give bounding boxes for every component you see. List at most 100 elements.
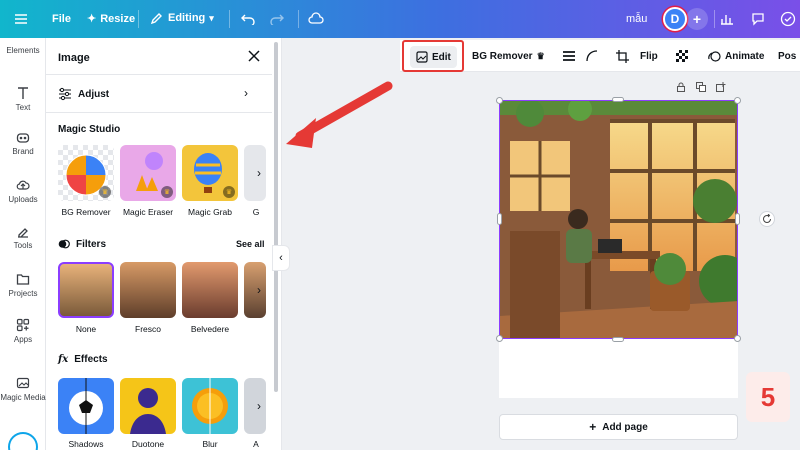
magic-grab-thumb[interactable]: ♛: [182, 145, 238, 201]
crown-icon: ♛: [536, 50, 545, 61]
rail-item-projects[interactable]: Projects: [0, 272, 46, 298]
resize-button[interactable]: ✦ Resize: [87, 12, 135, 26]
panel-scrollbar[interactable]: [274, 42, 278, 392]
rail-item-label: Uploads: [8, 195, 38, 204]
filters-icon: [58, 239, 70, 249]
bar-chart-icon: [721, 15, 733, 25]
comments-button[interactable]: [747, 8, 769, 30]
soccer-ball-icon: [69, 378, 103, 434]
illustration-cafe-image: [500, 101, 737, 338]
rotate-button[interactable]: [759, 211, 775, 227]
collapse-panel-button[interactable]: ‹: [272, 245, 290, 271]
duplicate-icon[interactable]: [696, 82, 706, 92]
crop-icon: [616, 49, 629, 63]
pencil-icon: [150, 13, 162, 25]
filter-none-thumb[interactable]: [58, 262, 114, 318]
panel-title: Image: [58, 52, 90, 64]
add-collaborator-button[interactable]: +: [686, 8, 708, 30]
thumb-label: Magic Grab: [188, 207, 232, 217]
crown-icon: ♛: [99, 186, 111, 198]
bg-remover-button[interactable]: BG Remover ♛: [472, 40, 545, 72]
effect-blur-thumb[interactable]: [182, 378, 238, 434]
rail-item-magic-media[interactable]: Magic Media: [0, 376, 46, 402]
redo-button[interactable]: [270, 11, 284, 25]
rail-item-elements[interactable]: Elements: [0, 46, 46, 55]
effects-heading: fx Effects: [58, 354, 108, 365]
magic-eraser-thumb[interactable]: ♛: [120, 145, 176, 201]
resize-handle[interactable]: [497, 213, 502, 225]
more-apps-icon[interactable]: [8, 432, 38, 450]
lock-icon[interactable]: [676, 82, 686, 92]
chevron-right-icon[interactable]: ›: [252, 378, 266, 434]
status-check-button[interactable]: [777, 8, 799, 30]
resize-handle[interactable]: [612, 337, 624, 342]
animate-button[interactable]: Animate: [708, 40, 764, 72]
close-icon[interactable]: [246, 48, 262, 64]
plus-icon: +: [692, 11, 702, 27]
undo-button[interactable]: [241, 11, 255, 25]
thumb-label: Fresco: [135, 324, 161, 334]
add-page-button[interactable]: + Add page: [499, 414, 738, 440]
line-weight-button[interactable]: [562, 40, 576, 72]
adjust-row[interactable]: Adjust: [58, 87, 109, 101]
image-panel: Image Adjust › Magic Studio ♛ ♛ ♛ › BG R…: [46, 38, 282, 450]
resize-handle[interactable]: [496, 335, 503, 342]
selected-image[interactable]: [499, 100, 738, 339]
crown-icon: ♛: [223, 186, 235, 198]
effect-shadows-thumb[interactable]: [58, 378, 114, 434]
filter-fresco-thumb[interactable]: [120, 262, 176, 318]
rail-item-brand[interactable]: Brand: [0, 130, 46, 156]
filter-belvedere-thumb[interactable]: [182, 262, 238, 318]
editing-dropdown[interactable]: Editing ▾: [150, 11, 214, 25]
design-name[interactable]: mẫu: [626, 13, 647, 25]
thumb-label: G: [252, 207, 260, 217]
crop-button[interactable]: [616, 40, 629, 72]
corner-rounding-button[interactable]: [586, 40, 598, 72]
effect-duotone-thumb[interactable]: [120, 378, 176, 434]
resize-handle[interactable]: [734, 335, 741, 342]
resize-handle[interactable]: [496, 97, 503, 104]
flip-button[interactable]: Flip: [640, 40, 658, 72]
brand-icon: [16, 133, 30, 143]
page-actions: [676, 82, 726, 92]
chevron-right-icon[interactable]: ›: [252, 145, 266, 201]
see-all-link[interactable]: See all: [236, 239, 265, 249]
thumb-label: Shadows: [68, 439, 104, 449]
check-circle-icon: [780, 11, 796, 27]
rail-item-uploads[interactable]: Uploads: [0, 178, 46, 204]
add-page-icon[interactable]: [716, 82, 726, 92]
apps-icon: [16, 318, 30, 332]
chevron-right-icon: ›: [244, 86, 248, 100]
file-menu[interactable]: File: [52, 13, 71, 25]
crown-icon: ♛: [161, 186, 173, 198]
transparency-button[interactable]: [676, 40, 688, 72]
resize-handle[interactable]: [612, 97, 624, 102]
plus-icon: +: [589, 420, 597, 434]
rail-item-tools[interactable]: Tools: [0, 224, 46, 250]
top-bar: File ✦ Resize Editing ▾ mẫu D +: [0, 0, 800, 38]
rail-item-apps[interactable]: Apps: [0, 318, 46, 344]
position-button[interactable]: Pos: [778, 40, 796, 72]
menu-icon[interactable]: [14, 12, 28, 26]
avatar[interactable]: D: [663, 7, 687, 31]
bg-remover-thumb[interactable]: ♛: [58, 145, 114, 201]
rail-item-label: Brand: [12, 147, 34, 156]
undo-icon: [241, 14, 255, 25]
insights-button[interactable]: [716, 8, 738, 30]
projects-icon: [16, 274, 30, 285]
chevron-right-icon[interactable]: ›: [252, 262, 266, 318]
text-icon: [18, 87, 28, 99]
cloud-save-icon[interactable]: [308, 11, 324, 25]
rail-item-label: Tools: [13, 241, 33, 250]
chevron-down-icon: ▾: [209, 12, 214, 23]
sparkle-icon: ✦: [87, 13, 97, 25]
rail-item-label: Magic Media: [0, 393, 46, 402]
magic-studio-heading: Magic Studio: [58, 124, 121, 135]
redo-icon: [270, 14, 284, 25]
resize-handle[interactable]: [735, 213, 740, 225]
rail-item-label: Apps: [13, 335, 33, 344]
rail-item-text[interactable]: Text: [0, 86, 46, 112]
comment-icon: [752, 13, 764, 26]
resize-handle[interactable]: [734, 97, 741, 104]
annotation-arrow-icon: [286, 81, 393, 148]
